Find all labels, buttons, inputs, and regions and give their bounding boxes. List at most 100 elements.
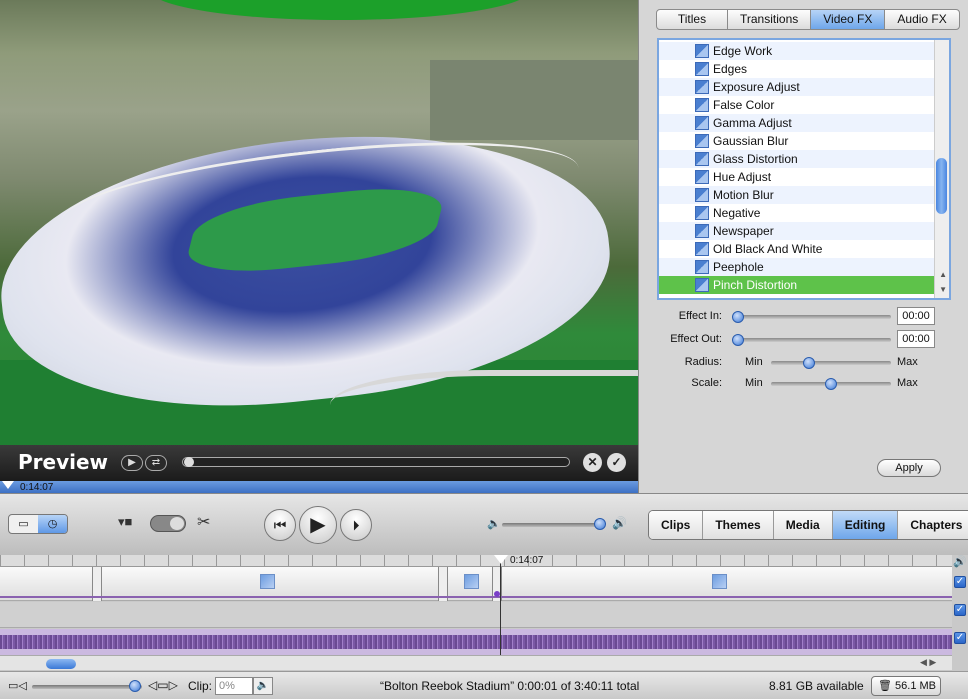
radius-min-label: Min <box>745 356 763 368</box>
effect-label: Gamma Adjust <box>713 116 792 130</box>
clip-volume-icon[interactable]: 🔈 <box>253 677 273 695</box>
list-item[interactable]: Hue Adjust <box>659 168 949 186</box>
scrubber-knob[interactable] <box>184 457 194 467</box>
list-item[interactable]: Motion Blur <box>659 186 949 204</box>
play-icon[interactable]: ▶ <box>121 455 143 471</box>
effects-list[interactable]: Edge Work Edges Exposure Adjust False Co… <box>657 38 951 300</box>
preview-scrubber[interactable] <box>182 457 570 467</box>
preview-playhead-icon[interactable] <box>2 481 14 489</box>
rewind-button[interactable]: ⏮ <box>264 509 296 541</box>
effect-label: Motion Blur <box>713 188 774 202</box>
effect-label: Hue Adjust <box>713 170 772 184</box>
tab-transitions[interactable]: Transitions <box>727 9 812 30</box>
audio-track-1[interactable] <box>0 602 952 628</box>
preview-time-bar[interactable] <box>0 481 638 493</box>
list-scrollbar[interactable]: ▲ ▼ <box>934 40 949 298</box>
radius-knob[interactable] <box>803 357 816 369</box>
camera-mode-switch[interactable] <box>150 515 186 532</box>
effect-icon <box>695 278 709 292</box>
scale-knob[interactable] <box>825 378 837 390</box>
effect-icon <box>695 188 709 202</box>
tab-chapters[interactable]: Chapters <box>897 511 968 539</box>
list-item[interactable]: Negative <box>659 204 949 222</box>
zoom-slider[interactable] <box>32 685 142 689</box>
tab-media[interactable]: Media <box>772 511 832 539</box>
trash-button[interactable]: 🗑 56.1 MB <box>871 676 941 696</box>
volume-knob[interactable] <box>594 518 606 530</box>
timeline[interactable]: 0:14:07 🔊 ✓ ✓ ✓ ◀ ▶ <box>0 555 968 670</box>
zoom-out-icon[interactable]: ▭◁ <box>8 679 27 692</box>
list-item[interactable]: Newspaper <box>659 222 949 240</box>
clip-volume-field[interactable]: 0% <box>215 677 253 695</box>
effect-marker[interactable] <box>712 574 727 589</box>
effect-in-knob[interactable] <box>732 311 744 323</box>
timeline-playhead[interactable] <box>500 555 501 655</box>
play-button[interactable]: ▶ <box>299 506 337 544</box>
tab-audio-fx[interactable]: Audio FX <box>884 9 960 30</box>
effect-marker[interactable] <box>464 574 479 589</box>
scale-row: Scale: Min Max <box>639 374 968 394</box>
list-item[interactable]: False Color <box>659 96 949 114</box>
audio-track-1-checkbox[interactable]: ✓ <box>954 604 966 616</box>
effect-in-row: Effect In: 00:00 <box>639 307 968 327</box>
cancel-icon[interactable]: ✕ <box>583 453 602 472</box>
list-item[interactable]: Exposure Adjust <box>659 78 949 96</box>
effect-out-knob[interactable] <box>732 334 744 346</box>
tab-themes[interactable]: Themes <box>702 511 773 539</box>
tab-editing[interactable]: Editing <box>831 511 898 539</box>
scissors-icon[interactable]: ✂ <box>197 512 210 532</box>
list-item[interactable]: Glass Distortion <box>659 150 949 168</box>
effect-label: Edge Work <box>713 44 773 58</box>
preview-label: Preview <box>18 450 109 474</box>
effect-icon <box>695 152 709 166</box>
list-item[interactable]: Gamma Adjust <box>659 114 949 132</box>
radius-slider[interactable] <box>771 361 891 365</box>
effect-in-slider[interactable] <box>735 315 891 319</box>
list-item[interactable]: Gaussian Blur <box>659 132 949 150</box>
list-item-selected[interactable]: Pinch Distortion <box>659 276 949 294</box>
effect-in-field[interactable]: 00:00 <box>897 307 935 325</box>
list-scroll-thumb[interactable] <box>936 158 947 214</box>
done-icon[interactable]: ✓ <box>607 453 626 472</box>
tab-titles[interactable]: Titles <box>656 9 728 30</box>
volume-slider[interactable] <box>502 523 602 527</box>
fullscreen-play-button[interactable]: ⏵ <box>340 509 372 541</box>
effect-icon <box>695 260 709 274</box>
timeline-ruler[interactable] <box>0 555 952 567</box>
effect-out-slider[interactable] <box>735 338 891 342</box>
zoom-knob[interactable] <box>129 680 141 692</box>
timeline-scrollbar[interactable]: ◀ ▶ <box>0 655 952 670</box>
fx-tab-bar: Titles Transitions Video FX Audio FX <box>656 9 960 30</box>
zoom-in-icon[interactable]: ◁▭▷ <box>148 678 178 692</box>
apply-button[interactable]: Apply <box>877 459 941 477</box>
scale-min-label: Min <box>745 377 763 389</box>
view-toggle[interactable]: ▭ ◷ <box>8 514 68 534</box>
timeline-scroll-thumb[interactable] <box>46 659 76 669</box>
scroll-up-icon[interactable]: ▲ <box>939 270 947 279</box>
playhead-handle-icon[interactable] <box>494 555 508 564</box>
effect-icon <box>695 80 709 94</box>
tab-video-fx[interactable]: Video FX <box>810 9 886 30</box>
effect-marker[interactable] <box>260 574 275 589</box>
effect-label: False Color <box>713 98 775 112</box>
list-item[interactable]: Edge Work <box>659 42 949 60</box>
timeline-view-icon[interactable]: ◷ <box>38 515 67 533</box>
effect-icon <box>695 116 709 130</box>
audio-track-2-checkbox[interactable]: ✓ <box>954 632 966 644</box>
effect-out-label: Effect Out: <box>670 333 722 345</box>
video-track-checkbox[interactable]: ✓ <box>954 576 966 588</box>
tab-clips[interactable]: Clips <box>649 511 703 539</box>
list-item[interactable]: Old Black And White <box>659 240 949 258</box>
list-item[interactable]: Edges <box>659 60 949 78</box>
loop-icon[interactable]: ⇄ <box>145 455 167 471</box>
clip-view-icon[interactable]: ▭ <box>9 515 38 533</box>
mode-tab-bar: Clips Themes Media Editing Chapters <box>648 510 968 540</box>
project-status: “Bolton Reebok Stadium” 0:00:01 of 3:40:… <box>380 679 640 693</box>
effect-out-field[interactable]: 00:00 <box>897 330 935 348</box>
audio-track-2-waveform[interactable] <box>0 629 952 655</box>
effect-icon <box>695 170 709 184</box>
scroll-arrows-icon[interactable]: ◀ ▶ <box>920 657 936 668</box>
scroll-down-icon[interactable]: ▼ <box>939 285 947 294</box>
main-toolbar: ▭ ◷ ▾■ ✂ ⏮ ▶ ⏵ 🔈 🔊 Clips Themes Media Ed… <box>0 493 968 555</box>
list-item[interactable]: Peephole <box>659 258 949 276</box>
